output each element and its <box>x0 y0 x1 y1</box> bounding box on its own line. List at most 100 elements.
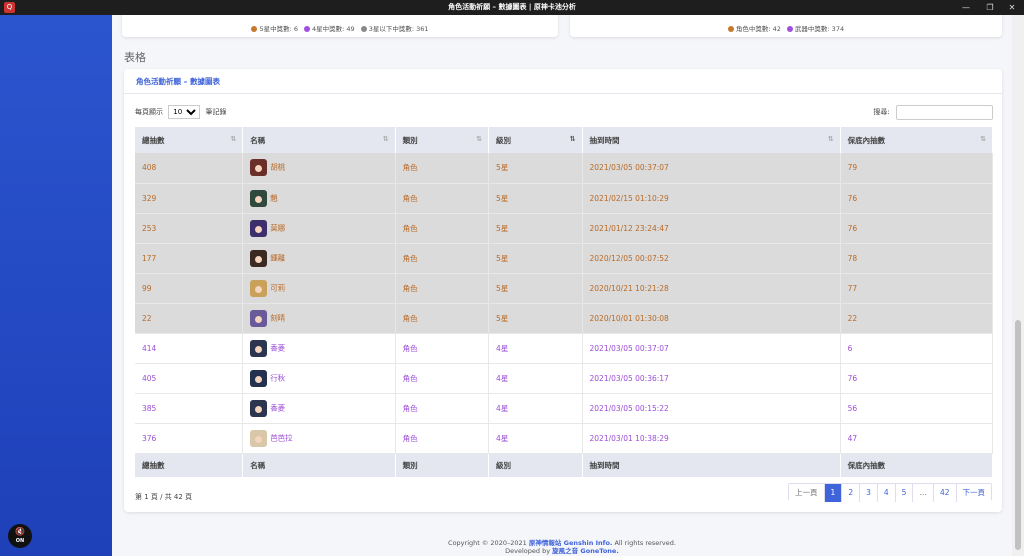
avatar-face <box>255 375 263 383</box>
cell-text: 376 <box>142 433 157 443</box>
cell-pity: 79 <box>840 153 994 184</box>
column-header-label: 總抽數 <box>142 135 165 145</box>
cell-text: 角色 <box>402 373 418 383</box>
cell-name: 胡桃 <box>242 153 396 184</box>
cell-total: 385 <box>135 393 244 424</box>
close-button[interactable]: ✕ <box>998 0 1024 15</box>
column-header-label: 類別 <box>402 460 418 470</box>
legend-item: 4星中獎數: 49 <box>304 25 355 33</box>
cell-text: 77 <box>847 283 858 293</box>
page-button[interactable]: 4 <box>877 484 896 502</box>
sort-icon[interactable]: ⇅ <box>230 135 236 143</box>
rarity-legend: 5星中獎數: 6 4星中獎數: 49 3星以下中獎數: 361 <box>122 23 558 33</box>
column-header[interactable]: 抽到時間 ⇅ <box>582 127 841 153</box>
table-row: 376 芭芭拉 角色 4星 2021/03/01 10:38:29 47 <box>135 423 994 454</box>
column-header[interactable]: 名稱 ⇅ <box>242 127 396 153</box>
legend-item: 3星以下中獎數: 361 <box>360 25 429 33</box>
page-length-suffix: 筆記錄 <box>205 108 227 116</box>
page-button[interactable]: 1 <box>824 484 843 502</box>
prev-page-button[interactable]: 上一頁 <box>789 484 825 502</box>
cell-text: 4星 <box>496 373 509 383</box>
column-header: 級別 <box>488 453 583 477</box>
sort-icon[interactable]: ⇅ <box>476 135 482 143</box>
cell-time: 2020/10/21 10:21:28 <box>582 273 841 304</box>
sort-icon[interactable]: ⇅ <box>828 135 834 143</box>
cell-total: 253 <box>135 213 244 244</box>
section-title: 表格 <box>124 51 146 64</box>
cell-text: 22 <box>142 313 152 323</box>
column-header[interactable]: 保底內抽數 ⇅ <box>840 127 994 153</box>
column-header[interactable]: 類別 ⇅ <box>395 127 490 153</box>
genshin-info-link[interactable]: 原神情報站 Genshin Info. <box>529 539 613 547</box>
window-titlebar: Q 角色活動祈願 – 數據圖表 | 原神卡池分析 — ❐ ✕ <box>0 0 1024 15</box>
next-page-button[interactable]: 下一頁 <box>956 484 991 502</box>
cell-time: 2021/03/05 00:37:07 <box>582 153 841 184</box>
cell-text: 2021/03/05 00:36:17 <box>589 373 669 383</box>
scrollbar-thumb[interactable] <box>1015 320 1021 550</box>
cell-type: 角色 <box>395 273 490 304</box>
page-button[interactable]: 5 <box>895 484 914 502</box>
avatar-face <box>255 315 263 323</box>
cell-time: 2021/03/05 00:37:07 <box>582 333 841 364</box>
cell-time: 2021/02/15 01:10:29 <box>582 183 841 214</box>
page-info: 第 1 頁 / 共 42 頁 <box>135 493 193 501</box>
rights-text: All rights reserved. <box>614 539 676 547</box>
cell-name: 刻晴 <box>242 303 396 334</box>
cell-text: 莫娜 <box>270 223 286 232</box>
table-card-title: 角色活動祈願 – 數據圖表 <box>124 69 1002 94</box>
page-button[interactable]: 2 <box>842 484 861 502</box>
cell-total: 99 <box>135 273 244 304</box>
cell-text: 253 <box>142 223 157 233</box>
character-avatar <box>250 249 268 267</box>
cell-text: 5星 <box>496 193 509 203</box>
sort-icon[interactable]: ⇅ <box>980 135 986 143</box>
legend-dot-icon <box>727 26 734 32</box>
cell-text: 76 <box>847 193 858 203</box>
sort-icon[interactable]: ⇅ <box>383 135 389 143</box>
legend-dot-icon <box>304 26 311 32</box>
cell-total: 329 <box>135 183 244 214</box>
legend-label: 武器中獎數: 374 <box>794 25 845 33</box>
column-header-label: 名稱 <box>250 460 266 470</box>
cell-text: 177 <box>142 253 157 263</box>
page-length-select[interactable]: 10 <box>168 105 201 119</box>
cell-name: 行秋 <box>242 363 396 394</box>
column-header-label: 抽到時間 <box>589 460 620 470</box>
page-button[interactable]: 3 <box>860 484 878 502</box>
cell-type: 角色 <box>395 153 490 184</box>
legend-label: 4星中獎數: 49 <box>312 25 355 33</box>
cell-time: 2021/03/01 10:38:29 <box>582 423 841 454</box>
developer-link[interactable]: 旋風之音 GoneTone. <box>552 547 619 555</box>
avatar-face <box>255 285 263 293</box>
column-header[interactable]: 總抽數 ⇅ <box>135 127 244 153</box>
cell-total: 376 <box>135 423 244 454</box>
cell-text: 22 <box>847 313 858 323</box>
cell-name: 鍾離 <box>242 243 396 274</box>
cell-pity: 77 <box>840 273 994 304</box>
page-button[interactable]: 42 <box>933 484 957 502</box>
cell-text: 角色 <box>402 283 418 293</box>
cell-text: 角色 <box>402 253 418 263</box>
cell-text: 2021/01/12 23:24:47 <box>589 223 669 233</box>
search-input[interactable] <box>896 104 993 120</box>
speaker-muted-icon: 🔇 <box>15 527 25 536</box>
sound-toggle-button[interactable]: 🔇 ON <box>8 524 32 548</box>
table-header-row: 總抽數 ⇅ 名稱 ⇅ 類別 ⇅ 級別 ⇅ 抽到時間 ⇅ 保底內抽數 ⇅ <box>135 127 994 153</box>
legend-item: 武器中獎數: 374 <box>786 25 845 33</box>
cell-text: 可莉 <box>270 283 286 292</box>
cell-text: 4星 <box>496 403 509 413</box>
column-header[interactable]: 級別 ⇅ <box>488 127 583 153</box>
cell-rarity: 4星 <box>488 393 583 424</box>
cell-text: 414 <box>142 343 157 353</box>
cell-text: 2021/02/15 01:10:29 <box>589 193 669 203</box>
table-row: 405 行秋 角色 4星 2021/03/05 00:36:17 76 <box>135 363 994 394</box>
page-scrollbar[interactable] <box>1012 15 1024 556</box>
character-avatar <box>250 369 268 387</box>
character-avatar <box>250 189 268 207</box>
cell-total: 414 <box>135 333 244 364</box>
sort-desc-icon[interactable]: ⇅ <box>570 135 576 143</box>
cell-pity: 76 <box>840 213 994 244</box>
avatar-face <box>255 195 263 203</box>
cell-text: 4星 <box>496 433 509 443</box>
cell-text: 行秋 <box>270 373 286 382</box>
